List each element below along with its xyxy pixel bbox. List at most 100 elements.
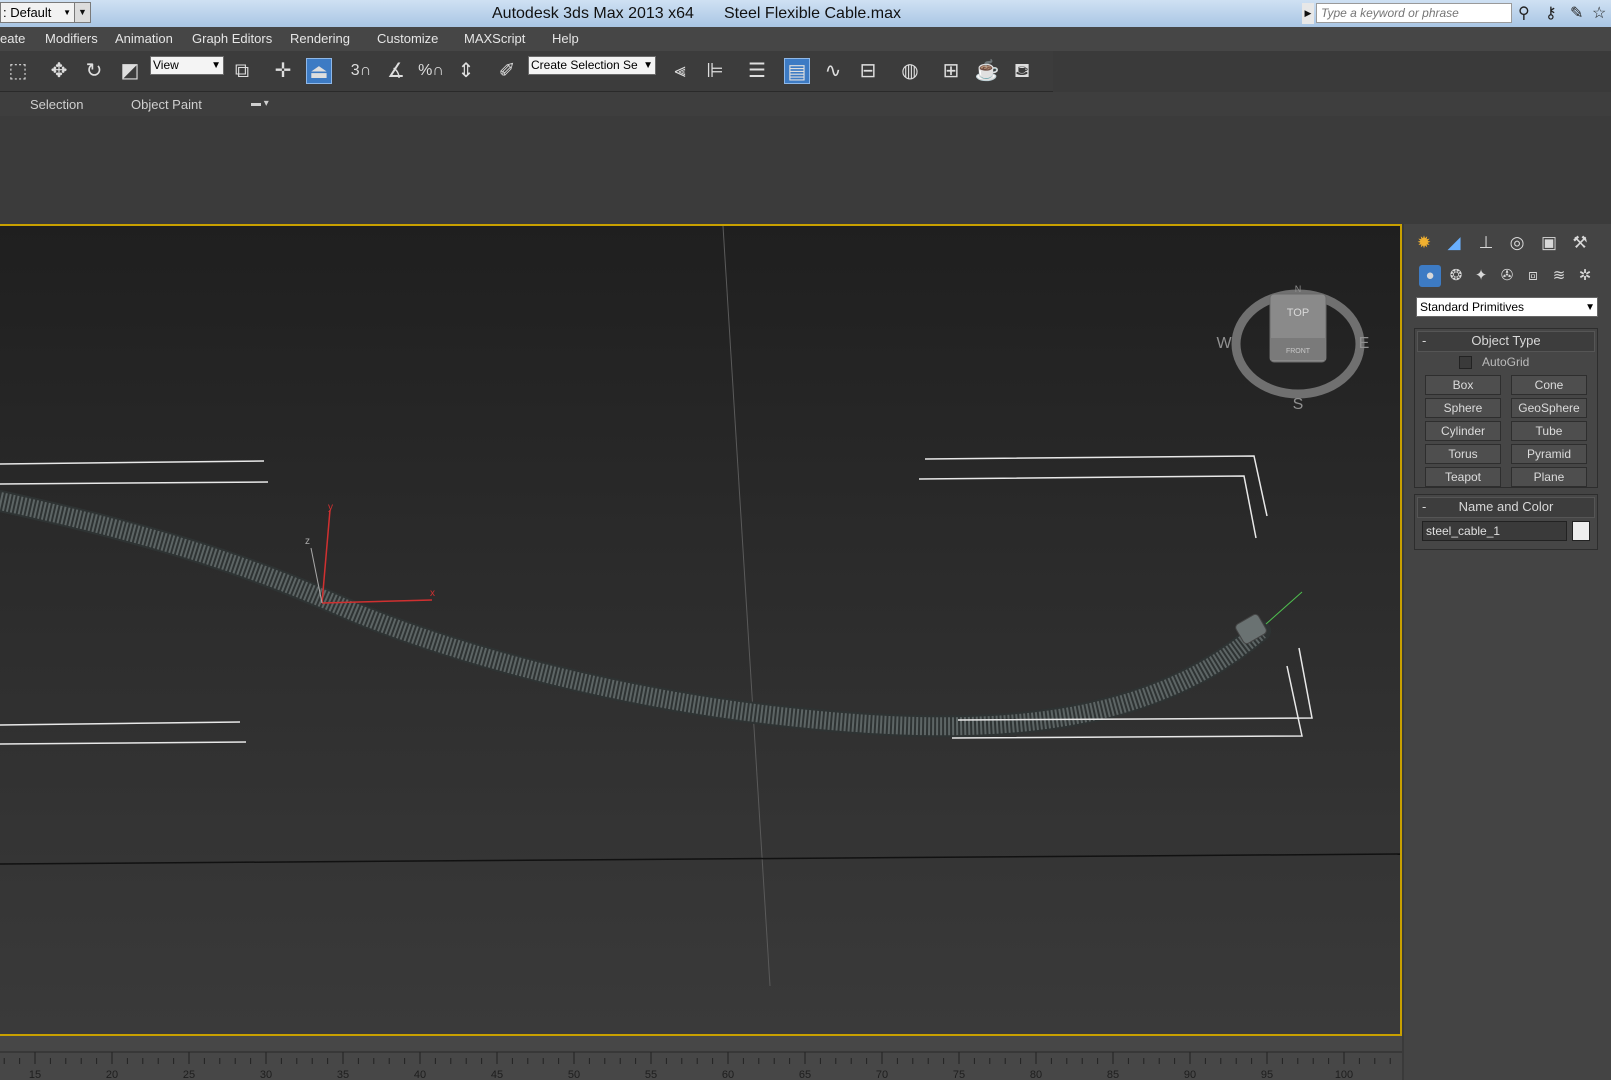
display-tab-icon[interactable]: ▣ bbox=[1537, 231, 1561, 255]
material-editor-icon[interactable]: ◍ bbox=[897, 58, 923, 84]
object-color-swatch[interactable] bbox=[1572, 521, 1590, 541]
teapot-button[interactable]: Teapot bbox=[1425, 467, 1501, 487]
name-and-color-header[interactable]: - Name and Color bbox=[1417, 497, 1595, 518]
sphere-button[interactable]: Sphere bbox=[1425, 398, 1501, 418]
angle-snap-icon[interactable]: ∡ bbox=[383, 58, 409, 84]
align-icon[interactable]: ⊫ bbox=[702, 58, 728, 84]
selection-bracket bbox=[0, 481, 269, 485]
schematic-view-icon[interactable]: ⊟ bbox=[855, 58, 881, 84]
key-icon[interactable]: ⚷ bbox=[1545, 3, 1557, 23]
timeline-tick-label: 70 bbox=[876, 1069, 888, 1080]
timeline-tick-label: 20 bbox=[106, 1069, 118, 1080]
menu-graph-editors[interactable]: Graph Editors bbox=[192, 31, 272, 46]
lights-category-icon[interactable]: ✦ bbox=[1470, 265, 1492, 287]
toolbar-background bbox=[1053, 51, 1611, 91]
search-input[interactable] bbox=[1316, 3, 1512, 23]
perspective-viewport[interactable]: y x z TOP FRONT W E S N bbox=[0, 224, 1402, 1036]
rendered-frame-window-icon[interactable]: ☕ bbox=[974, 58, 1000, 84]
named-selection-set-select[interactable]: Create Selection Se ▼ bbox=[528, 56, 656, 75]
chevron-down-icon: ▼ bbox=[211, 60, 221, 71]
reference-coordinate-select[interactable]: View ▼ bbox=[150, 56, 224, 75]
move-icon[interactable]: ✥ bbox=[46, 58, 72, 84]
timeline-tick-label: 45 bbox=[491, 1069, 503, 1080]
percent-snap-icon[interactable]: %∩ bbox=[418, 58, 444, 84]
menu-rendering[interactable]: Rendering bbox=[290, 31, 350, 46]
box-button[interactable]: Box bbox=[1425, 375, 1501, 395]
viewcube-north-label: N bbox=[1295, 284, 1302, 294]
snaps-toggle-icon[interactable]: 3∩ bbox=[348, 58, 374, 84]
object-type-rollout: - Object Type AutoGrid Box Cone Sphere G… bbox=[1414, 328, 1598, 488]
plane-button[interactable]: Plane bbox=[1511, 467, 1587, 487]
autogrid-checkbox[interactable]: AutoGrid bbox=[1459, 355, 1529, 370]
menu-create[interactable]: eate bbox=[0, 31, 25, 46]
quick-access-dropdown-button[interactable]: ▼ bbox=[74, 2, 91, 23]
search-expand-icon[interactable]: ▶ bbox=[1302, 3, 1314, 24]
menu-bar: eate Modifiers Animation Graph Editors R… bbox=[0, 27, 1611, 51]
viewcube[interactable]: TOP FRONT W E S N bbox=[1216, 284, 1369, 413]
layer-manager-icon[interactable]: ☰ bbox=[744, 58, 770, 84]
ribbon-options-icon[interactable]: ▬ ▾ bbox=[251, 98, 269, 109]
geometry-category-icon[interactable]: ● bbox=[1419, 265, 1441, 287]
space-warps-category-icon[interactable]: ≋ bbox=[1548, 265, 1570, 287]
modify-tab-icon[interactable]: ◢ bbox=[1442, 231, 1466, 255]
spinner-snap-icon[interactable]: ⇕ bbox=[453, 58, 479, 84]
cylinder-button[interactable]: Cylinder bbox=[1425, 421, 1501, 441]
timeline-ruler[interactable]: 15 20 25 30 35 40 45 50 55 60 65 70 75 80 85 90 95 100 bbox=[0, 1036, 1402, 1080]
geosphere-button[interactable]: GeoSphere bbox=[1511, 398, 1587, 418]
pyramid-button[interactable]: Pyramid bbox=[1511, 444, 1587, 464]
keyboard-shortcut-override-icon[interactable]: ⏏ bbox=[306, 58, 332, 84]
cameras-category-icon[interactable]: ✇ bbox=[1496, 265, 1518, 287]
menu-customize[interactable]: Customize bbox=[377, 31, 438, 46]
timeline-tick-label: 50 bbox=[568, 1069, 580, 1080]
tube-button[interactable]: Tube bbox=[1511, 421, 1587, 441]
selection-bracket bbox=[0, 741, 247, 745]
selection-bracket bbox=[0, 460, 265, 465]
torus-button[interactable]: Torus bbox=[1425, 444, 1501, 464]
helpers-category-icon[interactable]: ⧈ bbox=[1522, 265, 1544, 287]
named-selection-set-value: Create Selection Se bbox=[531, 58, 638, 72]
ribbon-tab-selection[interactable]: Selection bbox=[30, 97, 83, 112]
object-category-select[interactable]: Standard Primitives ▼ bbox=[1416, 297, 1598, 317]
curve-editor-icon[interactable]: ∿ bbox=[820, 58, 846, 84]
systems-category-icon[interactable]: ✲ bbox=[1574, 265, 1596, 287]
timeline-tick-label: 75 bbox=[953, 1069, 965, 1080]
rotate-icon[interactable]: ↻ bbox=[81, 58, 107, 84]
mirror-icon[interactable]: ⫷ bbox=[667, 58, 693, 84]
viewcube-top-label: TOP bbox=[1287, 307, 1309, 319]
render-setup-icon[interactable]: ⊞ bbox=[938, 58, 964, 84]
shapes-category-icon[interactable]: ❂ bbox=[1445, 265, 1467, 287]
ribbon-tab-object-paint[interactable]: Object Paint bbox=[131, 97, 202, 112]
menu-modifiers[interactable]: Modifiers bbox=[45, 31, 98, 46]
object-category-value: Standard Primitives bbox=[1420, 300, 1525, 314]
cone-button[interactable]: Cone bbox=[1511, 375, 1587, 395]
workspace-label: : Default bbox=[3, 5, 52, 20]
create-tab-icon[interactable]: ✹ bbox=[1412, 231, 1436, 255]
edit-named-selection-icon[interactable]: ✐ bbox=[494, 58, 520, 84]
ribbon-toggle-icon[interactable]: ▤ bbox=[784, 58, 810, 84]
object-type-header[interactable]: - Object Type bbox=[1417, 331, 1595, 352]
pivot-center-icon[interactable]: ⧉ bbox=[229, 58, 255, 84]
star-icon[interactable]: ☆ bbox=[1592, 3, 1606, 23]
gizmo-y-label: y bbox=[328, 502, 333, 513]
world-axis-line bbox=[722, 226, 771, 987]
signin-icon[interactable]: ✎ bbox=[1570, 3, 1583, 23]
menu-maxscript[interactable]: MAXScript bbox=[464, 31, 525, 46]
selection-bracket bbox=[924, 455, 1268, 517]
utilities-tab-icon[interactable]: ⚒ bbox=[1568, 231, 1592, 255]
timeline-tick-label: 85 bbox=[1107, 1069, 1119, 1080]
menu-animation[interactable]: Animation bbox=[115, 31, 173, 46]
binoculars-icon[interactable]: ⚲ bbox=[1518, 3, 1530, 23]
collapse-icon: - bbox=[1422, 333, 1427, 348]
object-name-field[interactable]: steel_cable_1 bbox=[1422, 521, 1567, 541]
timeline-tick-label: 100 bbox=[1335, 1069, 1353, 1080]
motion-tab-icon[interactable]: ◎ bbox=[1505, 231, 1529, 255]
menu-help[interactable]: Help bbox=[552, 31, 579, 46]
hierarchy-tab-icon[interactable]: ⊥ bbox=[1474, 231, 1498, 255]
select-object-icon[interactable]: ⬚ bbox=[5, 58, 31, 84]
render-production-icon[interactable]: ⛾ bbox=[1009, 58, 1035, 84]
ribbon-tabs: Selection Object Paint ▬ ▾ bbox=[0, 92, 1611, 116]
ribbon-panel bbox=[0, 116, 1611, 224]
ground-grid-line bbox=[0, 853, 1400, 865]
select-manipulate-icon[interactable]: ✛ bbox=[270, 58, 296, 84]
scale-icon[interactable]: ◩ bbox=[117, 58, 143, 84]
